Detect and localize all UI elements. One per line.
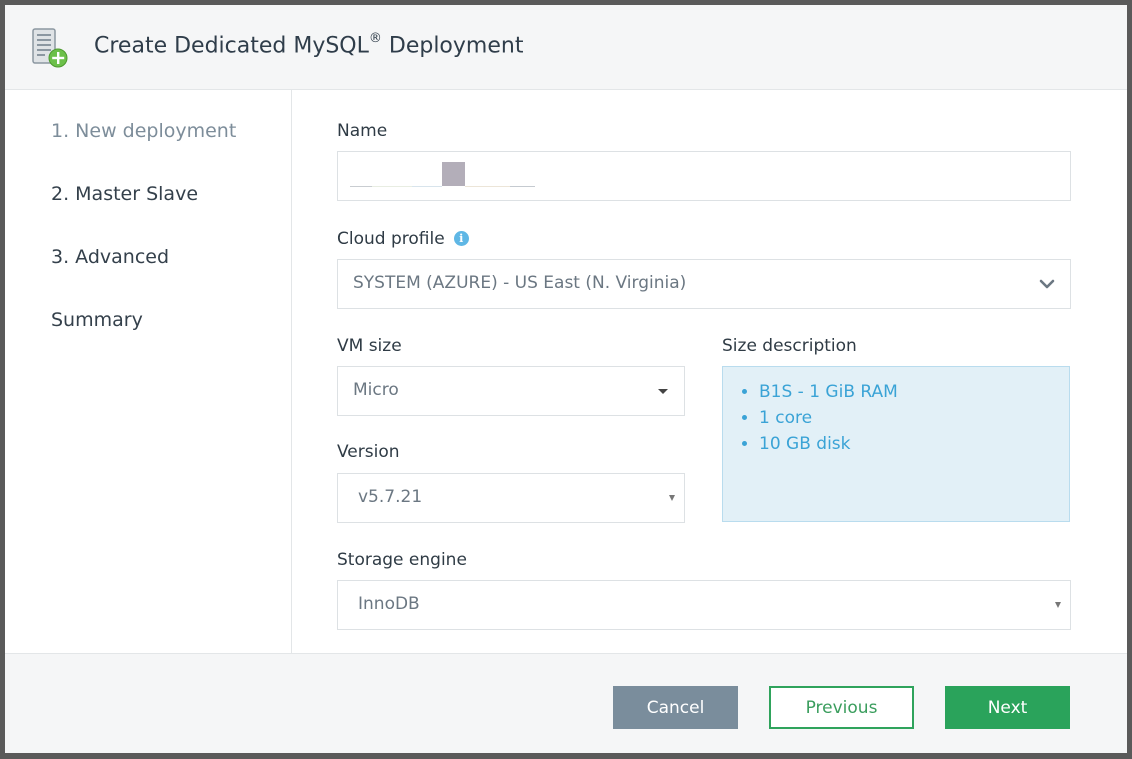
name-input[interactable] bbox=[337, 151, 1071, 201]
caret-down-icon bbox=[1055, 602, 1061, 608]
version-value: v5.7.21 bbox=[358, 487, 423, 507]
vm-size-select[interactable]: Micro bbox=[337, 366, 685, 416]
storage-engine-select[interactable]: InnoDB bbox=[337, 580, 1071, 630]
form-content: Name Cloud profile i SYSTEM (AZURE) - US … bbox=[292, 90, 1127, 653]
step-summary[interactable]: Summary bbox=[51, 309, 143, 331]
cloud-profile-select[interactable]: SYSTEM (AZURE) - US East (N. Virginia) bbox=[337, 259, 1071, 309]
wizard-steps: 1. New deployment 2. Master Slave 3. Adv… bbox=[5, 90, 292, 653]
server-add-icon bbox=[32, 28, 68, 68]
next-button[interactable]: Next bbox=[945, 686, 1070, 729]
dialog-header: Create Dedicated MySQL® Deployment bbox=[5, 5, 1127, 90]
create-deployment-dialog: Create Dedicated MySQL® Deployment 1. Ne… bbox=[5, 5, 1127, 753]
size-description-item: 10 GB disk bbox=[759, 431, 1069, 457]
caret-down-icon bbox=[669, 495, 675, 501]
storage-engine-value: InnoDB bbox=[358, 594, 420, 614]
cloud-profile-value: SYSTEM (AZURE) - US East (N. Virginia) bbox=[353, 273, 687, 293]
size-description-label: Size description bbox=[722, 336, 857, 356]
info-icon[interactable]: i bbox=[453, 231, 469, 246]
size-description-box: B1S - 1 GiB RAM 1 core 10 GB disk bbox=[722, 366, 1070, 522]
step-new-deployment[interactable]: 1. New deployment bbox=[51, 120, 236, 142]
chevron-down-icon bbox=[1039, 279, 1055, 289]
version-select[interactable]: v5.7.21 bbox=[337, 473, 685, 523]
vm-size-label: VM size bbox=[337, 336, 402, 356]
caret-down-icon bbox=[658, 389, 668, 394]
storage-engine-label: Storage engine bbox=[337, 550, 467, 570]
previous-button[interactable]: Previous bbox=[769, 686, 914, 729]
name-label: Name bbox=[337, 121, 388, 141]
step-advanced[interactable]: 3. Advanced bbox=[51, 246, 169, 268]
vm-size-value: Micro bbox=[353, 380, 399, 400]
step-master-slave[interactable]: 2. Master Slave bbox=[51, 183, 198, 205]
dialog-footer: Cancel Previous Next bbox=[5, 653, 1127, 753]
size-description-item: 1 core bbox=[759, 405, 1069, 431]
size-description-item: B1S - 1 GiB RAM bbox=[759, 379, 1069, 405]
cancel-button[interactable]: Cancel bbox=[613, 686, 738, 729]
version-label: Version bbox=[337, 442, 400, 462]
redacted-name-image bbox=[350, 162, 535, 187]
cloud-profile-label: Cloud profile i bbox=[337, 229, 469, 249]
size-description-list: B1S - 1 GiB RAM 1 core 10 GB disk bbox=[723, 379, 1069, 457]
page-title: Create Dedicated MySQL® Deployment bbox=[94, 31, 524, 59]
